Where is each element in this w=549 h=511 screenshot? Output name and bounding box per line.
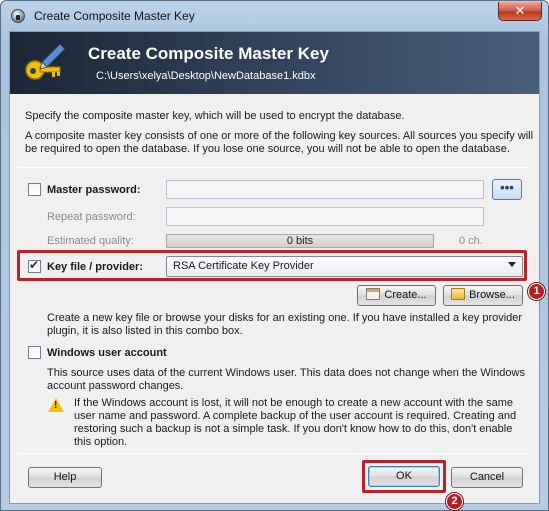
warning-line-3: restoring such a backup is not a simple … [74, 423, 513, 435]
keyfile-help-line-1: Create a new key file or browse your dis… [47, 312, 523, 324]
windows-account-checkbox[interactable] [28, 346, 41, 359]
warning-line-1: If the Windows account is lost, it will … [74, 397, 514, 409]
keepass-lock-icon [11, 9, 25, 23]
ok-button[interactable]: OK [368, 466, 440, 487]
database-path: C:\Users\xelya\Desktop\NewDatabase1.kdbx [96, 70, 316, 82]
quality-bar: 0 bits [166, 234, 434, 248]
quality-chars: 0 ch. [459, 235, 483, 247]
title-bar[interactable]: Create Composite Master Key ✕ [1, 1, 548, 31]
window-title: Create Composite Master Key [34, 9, 195, 23]
folder-icon [451, 288, 466, 300]
windows-account-desc-1: This source uses data of the current Win… [47, 367, 525, 379]
new-file-icon [366, 288, 381, 300]
browse-keyfile-button[interactable]: Browse... [443, 285, 523, 306]
warning-line-4: this option. [74, 436, 128, 448]
keyfile-label: Key file / provider: [47, 261, 143, 273]
chevron-down-icon [508, 262, 516, 267]
master-password-checkbox[interactable] [28, 183, 41, 196]
create-keyfile-button[interactable]: Create... [357, 285, 436, 306]
separator [18, 167, 530, 168]
intro-line-3: be required to open the database. If you… [25, 143, 510, 155]
repeat-password-label: Repeat password: [47, 211, 136, 223]
annotation-badge-1: 1 [528, 283, 545, 300]
key-pen-icon [25, 43, 66, 80]
keyfile-checkbox[interactable] [28, 258, 41, 273]
banner-title: Create Composite Master Key [88, 44, 329, 63]
intro-line-1: Specify the composite master key, which … [25, 110, 405, 122]
intro-line-2: A composite master key consists of one o… [25, 130, 534, 142]
annotation-badge-2: 2 [446, 493, 463, 510]
windows-account-desc-2: account password changes. [47, 380, 184, 392]
master-password-input[interactable] [166, 180, 484, 199]
reveal-password-button[interactable]: ••• [492, 179, 522, 200]
cancel-button[interactable]: Cancel [451, 467, 523, 488]
windows-account-label: Windows user account [47, 347, 167, 359]
keyfile-help-line-2: plugin, it is also listed in this combo … [47, 325, 243, 337]
repeat-password-input[interactable] [166, 207, 484, 226]
master-password-label: Master password: [47, 184, 141, 196]
close-button[interactable]: ✕ [498, 2, 542, 21]
dialog-client: Create Composite Master Key C:\Users\xel… [9, 31, 545, 510]
browse-keyfile-label: Browse... [469, 289, 515, 301]
dialog-window: Create Composite Master Key ✕ Create Com… [0, 0, 549, 511]
estimated-quality-label: Estimated quality: [47, 235, 134, 247]
footer-separator [18, 453, 530, 454]
banner: Create Composite Master Key C:\Users\xel… [10, 32, 539, 94]
create-keyfile-label: Create... [384, 289, 427, 301]
help-button[interactable]: Help [28, 467, 102, 488]
warning-line-2: user name and password. A complete backu… [74, 410, 517, 422]
keyfile-provider-value: RSA Certificate Key Provider [173, 260, 314, 272]
keyfile-provider-select[interactable]: RSA Certificate Key Provider [166, 256, 523, 277]
